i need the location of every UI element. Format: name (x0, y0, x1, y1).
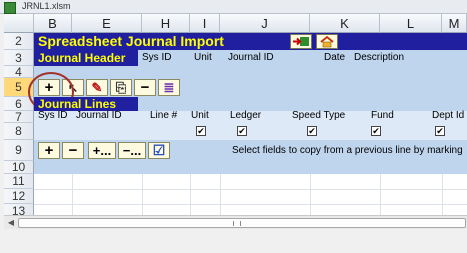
line-field-unit: Unit (191, 110, 209, 121)
remove-button[interactable]: − (62, 142, 84, 159)
remove-more-button[interactable]: −... (118, 142, 146, 159)
journal-lines-band: Journal Lines (34, 97, 467, 111)
home-icon (320, 35, 334, 48)
line-field-speed-type: Speed Type (292, 110, 346, 121)
title-band: Spreadsheet Journal Import (34, 33, 467, 50)
page-title: Spreadsheet Journal Import (38, 33, 224, 49)
line-fields-row: Sys ID Journal ID Line # Unit Ledger Spe… (34, 110, 467, 123)
empty-rows[interactable] (34, 174, 467, 219)
dept-id-copy-checkbox[interactable]: ✔ (435, 126, 445, 136)
line-field-journal-id: Journal ID (76, 110, 122, 121)
journal-header-label: Journal Header (38, 51, 126, 65)
row-header-11[interactable]: 11 (4, 174, 34, 189)
row-header-10[interactable]: 10 (4, 161, 34, 174)
list-icon[interactable]: ≣ (158, 79, 180, 96)
gridline (380, 174, 381, 219)
excel-file-icon (4, 2, 16, 14)
column-header-k[interactable]: K (310, 14, 380, 33)
grip-icon (233, 221, 241, 226)
journal-toolbar: + ↖ ✎ ⎘ − ≣ (34, 78, 467, 97)
spreadsheet-grid: B E H I J K L M 2 3 4 5 6 7 8 9 10 11 12… (4, 14, 467, 228)
gridline (142, 174, 143, 219)
horizontal-scrollbar[interactable]: ◀ (4, 215, 467, 229)
row-4-band (34, 66, 467, 78)
column-header-i[interactable]: I (190, 14, 220, 33)
edit-pencil-icon[interactable]: ✎ (86, 79, 108, 96)
row-header-3[interactable]: 3 (4, 50, 34, 66)
journal-lines-label: Journal Lines (38, 97, 117, 111)
column-header-j[interactable]: J (220, 14, 310, 33)
gridline (190, 174, 191, 219)
gridline (34, 189, 467, 190)
column-header-l[interactable]: L (380, 14, 442, 33)
copy-flags-row: ✔ ✔ ✔ ✔ ✔ (34, 123, 467, 140)
journal-header-label-cell: Journal Header (34, 50, 138, 66)
gridline (220, 174, 221, 219)
journal-header-band: Journal Header Sys ID Unit Journal ID Da… (34, 50, 467, 66)
column-header-b[interactable]: B (34, 14, 72, 33)
scroll-left-arrow-icon[interactable]: ◀ (6, 218, 16, 228)
header-field-date: Date (324, 52, 346, 63)
row-header-2[interactable]: 2 (4, 33, 34, 50)
gridline (310, 174, 311, 219)
ledger-copy-checkbox[interactable]: ✔ (237, 126, 247, 136)
copy-hint-text: Select fields to copy from a previous li… (232, 145, 463, 156)
column-header-m[interactable]: M (442, 14, 467, 33)
gridline (34, 204, 467, 205)
line-field-sys-id: Sys ID (38, 110, 68, 121)
window-title: JRNL1.xlsm (22, 1, 71, 11)
column-header-e[interactable]: E (72, 14, 142, 33)
header-field-unit: Unit (194, 52, 212, 63)
check-button[interactable]: ☑ (148, 142, 170, 159)
row-header-8[interactable]: 8 (4, 123, 34, 140)
fund-copy-checkbox[interactable]: ✔ (371, 126, 381, 136)
select-all-corner[interactable] (4, 14, 34, 33)
header-field-journal-id: Journal ID (228, 52, 274, 63)
add-more-button[interactable]: +... (88, 142, 116, 159)
speed-type-copy-checkbox[interactable]: ✔ (307, 126, 317, 136)
line-field-ledger: Ledger (230, 110, 262, 121)
gridline (72, 174, 73, 219)
header-field-sys-id: Sys ID (142, 52, 172, 63)
row-header-12[interactable]: 12 (4, 189, 34, 204)
lines-toolbar: + − +... −... ☑ Select fields to copy fr… (34, 140, 467, 161)
add-button[interactable]: + (38, 142, 60, 159)
column-header-h[interactable]: H (142, 14, 190, 33)
line-field-fund: Fund (371, 110, 394, 121)
row-10-band[interactable] (34, 161, 467, 174)
line-field-line-number: Line # (150, 110, 178, 121)
home-button[interactable] (316, 34, 338, 49)
gridline (442, 174, 443, 219)
copy-icon[interactable]: ⎘ (110, 79, 132, 96)
remove-line-button[interactable]: − (134, 79, 156, 96)
window-title-bar: JRNL1.xlsm (0, 0, 467, 14)
header-field-description: Description (354, 52, 405, 63)
row-header-9[interactable]: 9 (4, 140, 34, 161)
unit-copy-checkbox[interactable]: ✔ (196, 126, 206, 136)
journal-lines-label-cell: Journal Lines (34, 97, 138, 111)
scroll-thumb[interactable] (18, 218, 466, 228)
import-icon (293, 37, 309, 46)
line-field-dept-id: Dept Id (432, 110, 465, 121)
import-button[interactable] (290, 34, 312, 49)
